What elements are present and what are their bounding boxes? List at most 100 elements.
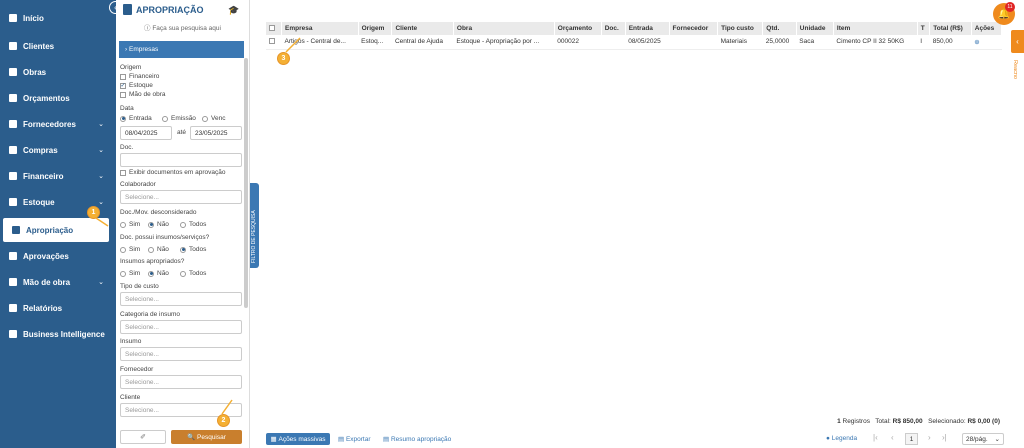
table-cell: I (917, 35, 930, 50)
box-icon (9, 198, 17, 206)
sidebar-item-0[interactable]: Início (0, 6, 116, 30)
radio[interactable] (148, 221, 154, 228)
insumos-sim-label: Sim (129, 246, 141, 253)
search-button[interactable]: 🔍 Pesquisar (171, 430, 242, 444)
data-option-0[interactable]: Entrada (120, 115, 152, 122)
sidebar-item-5[interactable]: Compras ⌄ (0, 138, 116, 162)
colaborador-select[interactable]: Selecione... (120, 190, 242, 204)
ate-label: até (177, 129, 187, 136)
desconsiderado-todos-label: Todos (189, 221, 207, 228)
bottom-bar: ▦ Ações massivas ▤ Exportar ▤ Resumo apr… (266, 433, 1006, 446)
total-value: R$ 850,00 (892, 418, 923, 425)
categoria-select[interactable]: Selecione... (120, 320, 242, 334)
sidebar-item-4[interactable]: Fornecedores ⌄ (0, 112, 116, 136)
sidebar-item-12[interactable]: Business Intelligence (0, 322, 116, 346)
column-header: T (917, 22, 931, 35)
next-page-icon[interactable]: › (928, 433, 931, 442)
radio[interactable] (120, 270, 126, 277)
selecionado-label: Selecionado: (928, 418, 966, 425)
origem-option-0[interactable]: Financeiro (120, 73, 159, 80)
insumos-label: Doc. possui insumos/serviços? (120, 234, 210, 241)
date-to-input[interactable]: 23/05/2025 (190, 126, 242, 140)
acoes-massivas-button[interactable]: ▦ Ações massivas (266, 433, 330, 445)
prev-page-icon[interactable]: ‹ (891, 433, 894, 442)
checkbox[interactable]: ✓ (120, 82, 126, 89)
row-checkbox[interactable] (269, 37, 275, 44)
page-number[interactable]: 1 (905, 433, 918, 445)
row-checkbox-cell[interactable] (266, 35, 282, 50)
colaborador-label: Colaborador (120, 181, 156, 188)
desconsiderado-todos[interactable]: Todos (180, 221, 206, 228)
date-from-input[interactable]: 08/04/2025 (120, 126, 172, 140)
filter-scrollbar[interactable] (244, 58, 248, 308)
right-panel-toggle[interactable]: ‹ (1011, 30, 1024, 53)
radio[interactable] (120, 115, 126, 122)
radio[interactable] (180, 270, 186, 277)
exibir-checkbox[interactable]: Exibir documentos em aprovação (120, 169, 225, 176)
header-checkbox-cell[interactable] (266, 22, 282, 35)
filter-tab[interactable]: FILTRO DE PESQUISA (250, 183, 259, 268)
column-header: Orçamento (554, 22, 602, 35)
radio[interactable] (202, 115, 208, 122)
origem-option-label: Estoque (129, 82, 153, 89)
column-header: Obra (453, 22, 555, 35)
insumo-select[interactable]: Selecione... (120, 347, 242, 361)
last-page-icon[interactable]: ›| (942, 433, 947, 442)
graduation-cap-icon[interactable]: 🎓 (228, 5, 239, 16)
exportar-link[interactable]: ▤ Exportar (338, 435, 371, 443)
sidebar-item-label: Obras (23, 67, 47, 77)
tipo-custo-select[interactable]: Selecione... (120, 292, 242, 306)
checkbox[interactable] (120, 73, 126, 80)
doc-input[interactable] (120, 153, 242, 167)
first-page-icon[interactable]: |‹ (873, 433, 878, 442)
data-option-2[interactable]: Venc (202, 115, 225, 122)
per-page-select[interactable]: 28/pág. ⌄ (962, 433, 1004, 445)
legenda-link[interactable]: ● Legenda (826, 435, 857, 442)
sidebar-item-1[interactable]: Clientes (0, 34, 116, 58)
table-cell (601, 35, 626, 50)
table-row[interactable]: Artigos - Central de... Estoq... Central d… (266, 35, 1002, 50)
step-marker-2: 2 (217, 414, 230, 427)
radio[interactable] (120, 221, 126, 228)
apropriados-nao[interactable]: Não (148, 270, 169, 277)
data-option-1[interactable]: Emissão (162, 115, 196, 122)
sidebar-item-2[interactable]: Obras (0, 60, 116, 84)
origem-option-1[interactable]: ✓ Estoque (120, 82, 153, 89)
sidebar-item-11[interactable]: Relatórios (0, 296, 116, 320)
checkbox[interactable] (120, 91, 126, 98)
sidebar-item-8[interactable]: Apropriação (3, 218, 109, 242)
sidebar-item-10[interactable]: Mão de obra ⌄ (0, 270, 116, 294)
checkbox[interactable] (120, 169, 126, 176)
insumos-nao[interactable]: Não (148, 246, 169, 253)
insumos-todos-label: Todos (189, 246, 207, 253)
notification-badge: 11 (1005, 2, 1015, 12)
radio[interactable] (180, 221, 186, 228)
radio[interactable] (180, 246, 186, 253)
radio[interactable] (148, 270, 154, 277)
radio[interactable] (120, 246, 126, 253)
grid-icon: ▦ (270, 436, 279, 443)
select-all-checkbox[interactable] (269, 24, 275, 31)
fornecedor-select[interactable]: Selecione... (120, 375, 242, 389)
empresas-toggle[interactable]: › Empresas (119, 41, 244, 58)
desconsiderado-sim[interactable]: Sim (120, 221, 140, 228)
info-icon[interactable]: ⊕ (974, 39, 979, 46)
sidebar-item-label: Relatórios (23, 303, 63, 313)
desconsiderado-nao[interactable]: Não (148, 221, 169, 228)
sidebar-item-label: Mão de obra (23, 277, 71, 287)
empresas-label: Empresas (128, 46, 159, 53)
resumo-link[interactable]: ▤ Resumo apropriação (383, 435, 451, 443)
sidebar-item-6[interactable]: Financeiro ⌄ (0, 164, 116, 188)
origem-option-2[interactable]: Mão de obra (120, 91, 166, 98)
apropriados-todos[interactable]: Todos (180, 270, 206, 277)
apropriados-sim[interactable]: Sim (120, 270, 140, 277)
insumos-todos[interactable]: Todos (180, 246, 206, 253)
radio[interactable] (148, 246, 154, 253)
sidebar-item-9[interactable]: Aprovações (0, 244, 116, 268)
sidebar-item-3[interactable]: Orçamentos (0, 86, 116, 110)
radio[interactable] (162, 115, 168, 122)
chevron-down-icon: ⌄ (98, 279, 104, 286)
clear-filter-button[interactable]: ✐ (120, 430, 166, 444)
sidebar-item-label: Início (23, 13, 44, 23)
insumos-sim[interactable]: Sim (120, 246, 140, 253)
